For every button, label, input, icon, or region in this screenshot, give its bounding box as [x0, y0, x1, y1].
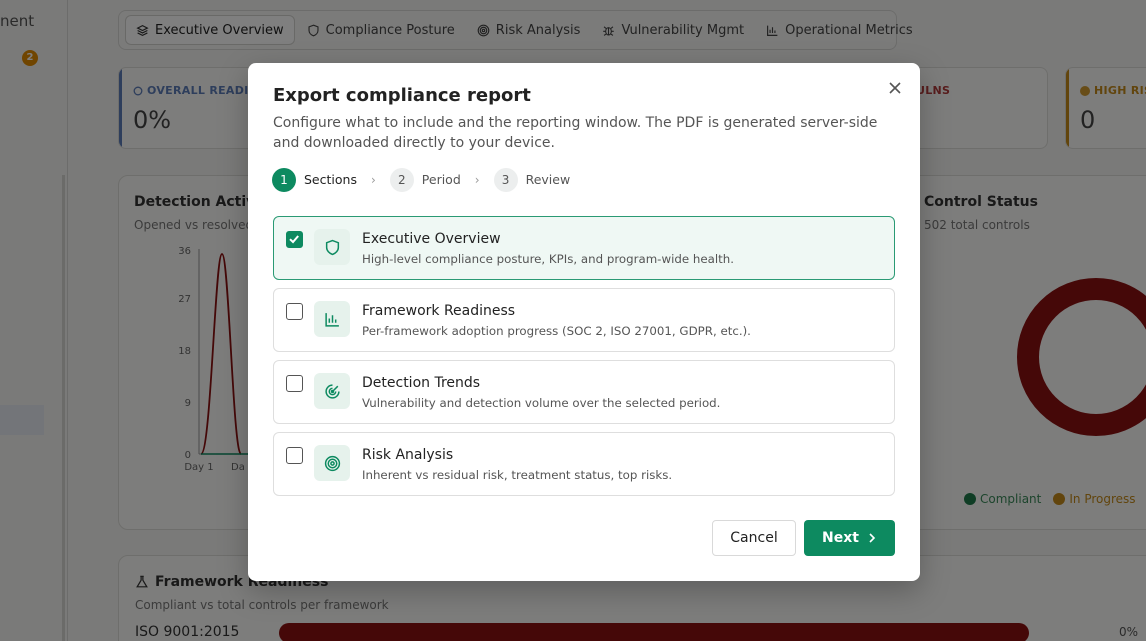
close-icon[interactable]	[885, 78, 905, 98]
wizard-stepper: 1 Sections › 2 Period › 3 Review	[272, 167, 570, 192]
section-option-executive-overview[interactable]: Executive Overview High-level compliance…	[273, 216, 895, 280]
dialog-description: Configure what to include and the report…	[273, 115, 878, 151]
section-option-framework-readiness[interactable]: Framework Readiness Per-framework adopti…	[273, 288, 895, 352]
step-number: 1	[272, 167, 296, 192]
chevron-right-icon: ›	[474, 172, 480, 187]
radar-icon	[324, 383, 340, 399]
section-description: Per-framework adoption progress (SOC 2, …	[362, 324, 751, 338]
cancel-button[interactable]: Cancel	[712, 520, 796, 556]
step-label: Sections	[304, 172, 357, 187]
section-description: Inherent vs residual risk, treatment sta…	[362, 468, 673, 482]
step-period[interactable]: 2 Period	[389, 167, 461, 192]
bar-chart-icon	[324, 312, 339, 327]
section-icon-tile	[314, 229, 350, 265]
section-icon-tile	[314, 445, 350, 481]
section-description: High-level compliance posture, KPIs, and…	[362, 252, 734, 266]
step-number: 3	[493, 167, 518, 192]
section-title: Framework Readiness	[362, 303, 516, 319]
shield-icon	[325, 239, 339, 255]
section-option-detection-trends[interactable]: Detection Trends Vulnerability and detec…	[273, 360, 895, 424]
chevron-right-icon: ›	[370, 172, 376, 187]
step-label: Period	[421, 172, 461, 187]
section-title: Executive Overview	[362, 231, 501, 247]
target-icon	[324, 455, 340, 471]
step-review[interactable]: 3 Review	[493, 167, 571, 192]
step-label: Review	[525, 172, 571, 187]
step-sections[interactable]: 1 Sections	[272, 167, 357, 192]
next-button-label: Next	[822, 530, 859, 546]
dialog-title: Export compliance report	[273, 85, 531, 106]
section-title: Detection Trends	[362, 375, 481, 391]
next-button[interactable]: Next	[804, 520, 895, 556]
section-description: Vulnerability and detection volume over …	[362, 396, 721, 410]
export-report-dialog: Export compliance report Configure what …	[248, 63, 920, 581]
section-checkbox[interactable]	[286, 231, 303, 248]
section-icon-tile	[314, 301, 350, 337]
section-checkbox[interactable]	[286, 303, 303, 320]
checkmark-icon	[289, 235, 299, 244]
chevron-right-icon	[869, 533, 876, 543]
step-number: 2	[389, 167, 414, 192]
section-icon-tile	[314, 373, 350, 409]
section-options-list: Executive Overview High-level compliance…	[273, 216, 895, 504]
section-option-risk-analysis[interactable]: Risk Analysis Inherent vs residual risk,…	[273, 432, 895, 496]
section-title: Risk Analysis	[362, 447, 454, 463]
section-checkbox[interactable]	[286, 447, 303, 464]
section-checkbox[interactable]	[286, 375, 303, 392]
